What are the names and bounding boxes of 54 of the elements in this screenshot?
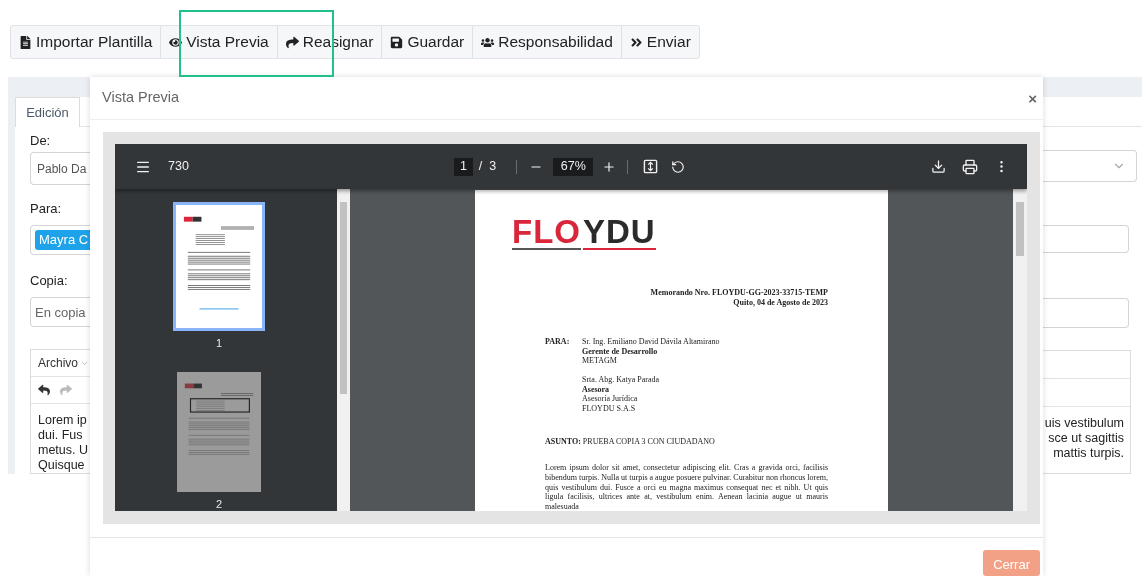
double-chevron-icon (629, 35, 643, 49)
recipient-line: Gerente de Desarrollo (582, 346, 659, 356)
editor-text-line: sce ut sagittis (1047, 431, 1124, 447)
memo-subject: ASUNTO: PRUEBA COPIA 3 CON CIUDADANO (545, 437, 716, 447)
field-label: De: (30, 131, 52, 150)
toolbar-button[interactable]: Responsabilidad (473, 26, 622, 58)
recipient-label: PARA: (545, 337, 571, 348)
memo-body: Lorem ipsum dolor sit amet, consectetur adipiscing elit. Cras a gravida orci, facilisis bibendum turpis. Nulla ut turpis a augue posuere pulvinar. Curabitur non rhoncus lorem, quis vestibulum dui. Fusce a orci eu magna maximus consequat nec et nibh. Ut quis ligula facilisis, ultrices ante at, vestibulum enim. Aenean lacinia augue ut mauris malesuada (545, 463, 828, 511)
input-field[interactable]: En copia (30, 297, 90, 327)
editor-text-line: metus. U (38, 443, 89, 458)
editor-text-line: dui. Fus (38, 428, 84, 443)
page-input[interactable]: 1 (453, 157, 473, 176)
share-arrow-icon (285, 35, 299, 49)
eye-icon (169, 35, 183, 49)
zoom-input[interactable]: 67% (553, 157, 594, 176)
page-thumbnail[interactable] (177, 371, 261, 492)
print-icon[interactable] (962, 158, 978, 175)
download-icon[interactable] (931, 159, 946, 174)
memo-date: Quito, 04 de Agosto de 2023 (733, 298, 828, 308)
editor-text-line: Quisque (38, 458, 86, 473)
logo-text: FLO (512, 217, 581, 250)
undo-icon[interactable] (38, 384, 50, 396)
users-icon (481, 35, 495, 49)
page-thumbnail[interactable] (173, 202, 265, 331)
tab[interactable]: Edición (15, 97, 80, 127)
editor-text-line: uis vestibulum (1044, 416, 1124, 432)
toolbar-button[interactable]: Enviar (621, 26, 699, 58)
recipient-line: Srta. Abg. Katya Parada (582, 375, 661, 385)
memo-number: Memorando Nro. FLOYDU-GG-2023-33715-TEMP (650, 288, 828, 298)
recipient-line: Asesora (582, 384, 611, 394)
editor-text-line: Lorem ip (38, 413, 88, 428)
recipient-line: Sr. Ing. Emiliano David Dávila Altamirano (582, 337, 720, 347)
recipient-line: METAGM (582, 356, 618, 366)
page-separator: / (478, 158, 483, 176)
modal-title: Vista Previa (102, 88, 180, 108)
document-title: 730 (168, 158, 189, 176)
editor-text-line: mattis turpis. (1052, 446, 1124, 462)
recipient-line: Asesoría Jurídica (582, 394, 639, 404)
document-icon (19, 35, 32, 49)
recipient-line: FLOYDU S.A.S (582, 403, 637, 413)
toolbar-button[interactable]: Vista Previa (161, 26, 278, 58)
field-label: Copia: (30, 272, 69, 290)
page-count: 3 (489, 158, 497, 176)
rotate-icon[interactable] (671, 159, 686, 174)
toolbar-button[interactable]: Guardar (382, 26, 474, 58)
page-number: 1 (215, 336, 223, 351)
close-button[interactable]: × (1028, 90, 1037, 106)
logo-text: YDU (583, 217, 656, 250)
fit-page-icon[interactable] (643, 159, 659, 174)
zoom-in-icon[interactable] (602, 159, 617, 174)
menu-item[interactable]: Archivo (38, 354, 89, 372)
field-label: Para: (30, 200, 63, 218)
page-number: 2 (215, 496, 223, 511)
toolbar-button[interactable]: Importar Plantilla (11, 26, 162, 58)
